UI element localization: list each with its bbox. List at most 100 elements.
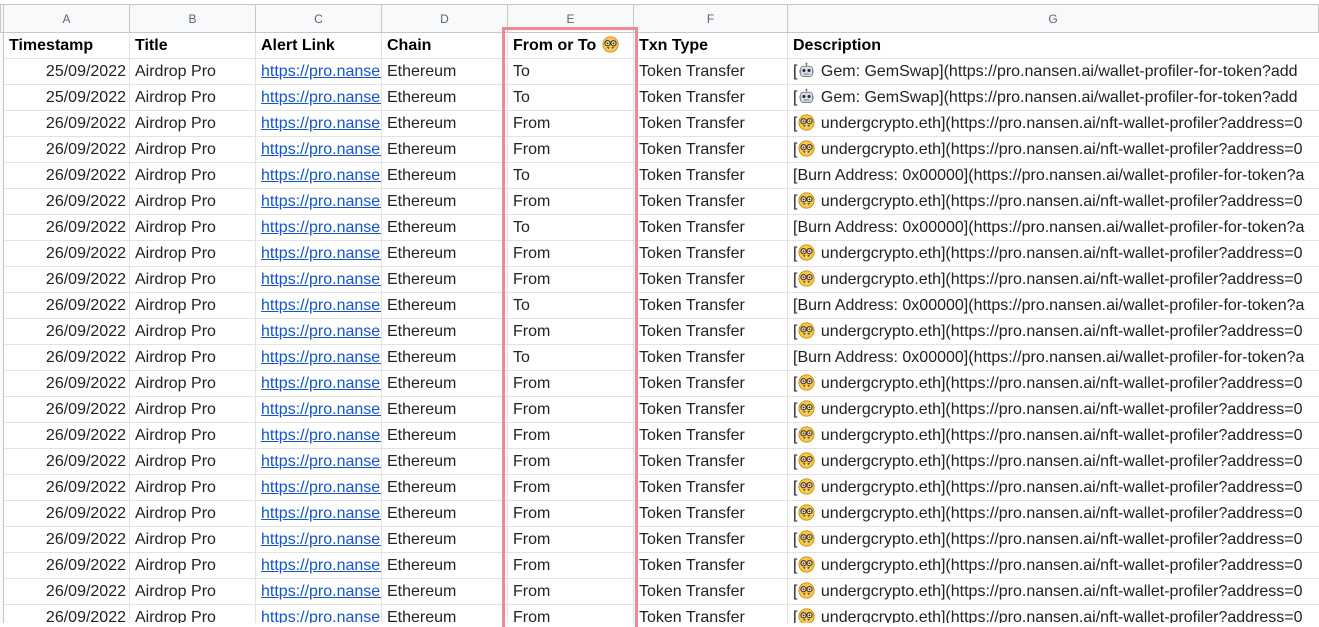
cell-dir[interactable]: From bbox=[508, 423, 634, 449]
cell-title[interactable]: Airdrop Pro bbox=[130, 85, 256, 111]
cell-link[interactable]: https://pro.nansen.ai bbox=[256, 189, 382, 215]
cell-link[interactable]: https://pro.nansen.ai bbox=[256, 371, 382, 397]
cell-chain[interactable]: Ethereum bbox=[382, 527, 508, 553]
cell-link[interactable]: https://pro.nansen.ai bbox=[256, 553, 382, 579]
cell-txn[interactable]: Token Transfer bbox=[634, 267, 788, 293]
cell-link[interactable]: https://pro.nansen.ai bbox=[256, 163, 382, 189]
cell-chain[interactable]: Ethereum bbox=[382, 215, 508, 241]
cell-link[interactable]: https://pro.nansen.ai bbox=[256, 319, 382, 345]
cell-txn[interactable]: Token Transfer bbox=[634, 163, 788, 189]
cell-desc[interactable]: [ undergcrypto.eth](https://pro.nansen.a… bbox=[788, 475, 1319, 501]
cell-title[interactable]: Airdrop Pro bbox=[130, 319, 256, 345]
column-header-f[interactable]: F bbox=[634, 4, 788, 33]
cell-txn[interactable]: Token Transfer bbox=[634, 423, 788, 449]
cell-desc[interactable]: [ undergcrypto.eth](https://pro.nansen.a… bbox=[788, 423, 1319, 449]
cell-title[interactable]: Airdrop Pro bbox=[130, 605, 256, 623]
cell-chain[interactable]: Ethereum bbox=[382, 397, 508, 423]
cell-dir[interactable]: From bbox=[508, 241, 634, 267]
cell-chain[interactable]: Ethereum bbox=[382, 605, 508, 623]
cell-chain[interactable]: Ethereum bbox=[382, 137, 508, 163]
cell-txn[interactable]: Token Transfer bbox=[634, 553, 788, 579]
cell-chain[interactable]: Ethereum bbox=[382, 267, 508, 293]
cell-txn[interactable]: Token Transfer bbox=[634, 293, 788, 319]
cell-chain[interactable]: Ethereum bbox=[382, 293, 508, 319]
cell-ts[interactable]: 25/09/2022 bbox=[4, 85, 130, 111]
cell-ts[interactable]: 26/09/2022 bbox=[4, 449, 130, 475]
column-header-d[interactable]: D bbox=[382, 4, 508, 33]
cell-dir[interactable]: To bbox=[508, 59, 634, 85]
cell-txn[interactable]: Token Transfer bbox=[634, 579, 788, 605]
cell-title[interactable]: Airdrop Pro bbox=[130, 293, 256, 319]
cell-desc[interactable]: [Burn Address: 0x00000](https://pro.nans… bbox=[788, 345, 1319, 371]
cell-txn[interactable]: Token Transfer bbox=[634, 241, 788, 267]
cell-dir[interactable]: From bbox=[508, 189, 634, 215]
cell-chain[interactable]: Ethereum bbox=[382, 85, 508, 111]
cell-desc[interactable]: [Burn Address: 0x00000](https://pro.nans… bbox=[788, 163, 1319, 189]
cell-title[interactable]: Airdrop Pro bbox=[130, 527, 256, 553]
cell-ts[interactable]: 26/09/2022 bbox=[4, 423, 130, 449]
cell-ts[interactable]: 26/09/2022 bbox=[4, 293, 130, 319]
cell-ts[interactable]: 25/09/2022 bbox=[4, 59, 130, 85]
cell-link[interactable]: https://pro.nansen.ai bbox=[256, 397, 382, 423]
cell-desc[interactable]: [ undergcrypto.eth](https://pro.nansen.a… bbox=[788, 267, 1319, 293]
cell-link[interactable]: https://pro.nansen.ai bbox=[256, 267, 382, 293]
cell-ts[interactable]: 26/09/2022 bbox=[4, 137, 130, 163]
cell-desc[interactable]: [ undergcrypto.eth](https://pro.nansen.a… bbox=[788, 241, 1319, 267]
cell-desc[interactable]: [ undergcrypto.eth](https://pro.nansen.a… bbox=[788, 111, 1319, 137]
cell-chain[interactable]: Ethereum bbox=[382, 345, 508, 371]
column-header-a[interactable]: A bbox=[4, 4, 130, 33]
cell-title[interactable]: Airdrop Pro bbox=[130, 137, 256, 163]
cell-txn[interactable]: Token Transfer bbox=[634, 605, 788, 623]
cell-ts[interactable]: 26/09/2022 bbox=[4, 553, 130, 579]
cell-chain[interactable]: Ethereum bbox=[382, 371, 508, 397]
cell-chain[interactable]: Ethereum bbox=[382, 241, 508, 267]
cell-link[interactable]: https://pro.nansen.ai bbox=[256, 85, 382, 111]
cell-chain[interactable]: Ethereum bbox=[382, 319, 508, 345]
cell-link[interactable]: https://pro.nansen.ai bbox=[256, 293, 382, 319]
cell-txn[interactable]: Token Transfer bbox=[634, 397, 788, 423]
cell-title[interactable]: Airdrop Pro bbox=[130, 449, 256, 475]
cell-dir[interactable]: To bbox=[508, 345, 634, 371]
cell-dir[interactable]: From bbox=[508, 397, 634, 423]
cell-desc[interactable]: [ undergcrypto.eth](https://pro.nansen.a… bbox=[788, 605, 1319, 623]
cell-desc[interactable]: [ undergcrypto.eth](https://pro.nansen.a… bbox=[788, 527, 1319, 553]
cell-title[interactable]: Airdrop Pro bbox=[130, 501, 256, 527]
cell-ts[interactable]: 26/09/2022 bbox=[4, 501, 130, 527]
cell-txn[interactable]: Token Transfer bbox=[634, 189, 788, 215]
cell-dir[interactable]: From bbox=[508, 475, 634, 501]
cell-dir[interactable]: To bbox=[508, 215, 634, 241]
cell-chain[interactable]: Ethereum bbox=[382, 501, 508, 527]
cell-chain[interactable]: Ethereum bbox=[382, 59, 508, 85]
cell-ts[interactable]: 26/09/2022 bbox=[4, 527, 130, 553]
cell-txn[interactable]: Token Transfer bbox=[634, 475, 788, 501]
cell-desc[interactable]: [Burn Address: 0x00000](https://pro.nans… bbox=[788, 215, 1319, 241]
cell-link[interactable]: https://pro.nansen.ai bbox=[256, 137, 382, 163]
cell-desc[interactable]: [ undergcrypto.eth](https://pro.nansen.a… bbox=[788, 371, 1319, 397]
cell-txn[interactable]: Token Transfer bbox=[634, 345, 788, 371]
cell-title[interactable]: Airdrop Pro bbox=[130, 241, 256, 267]
cell-link[interactable]: https://pro.nansen.ai bbox=[256, 111, 382, 137]
cell-dir[interactable]: From bbox=[508, 319, 634, 345]
cell-txn[interactable]: Token Transfer bbox=[634, 501, 788, 527]
column-header-g[interactable]: G bbox=[788, 4, 1319, 33]
cell-link[interactable]: https://pro.nansen.ai bbox=[256, 605, 382, 623]
cell-title[interactable]: Airdrop Pro bbox=[130, 371, 256, 397]
cell-desc[interactable]: [ undergcrypto.eth](https://pro.nansen.a… bbox=[788, 189, 1319, 215]
cell-ts[interactable]: 26/09/2022 bbox=[4, 215, 130, 241]
cell-ts[interactable]: 26/09/2022 bbox=[4, 605, 130, 623]
cell-ts[interactable]: 26/09/2022 bbox=[4, 397, 130, 423]
cell-desc[interactable]: [ Gem: GemSwap](https://pro.nansen.ai/wa… bbox=[788, 85, 1319, 111]
cell-txn[interactable]: Token Transfer bbox=[634, 137, 788, 163]
cell-txn[interactable]: Token Transfer bbox=[634, 527, 788, 553]
cell-desc[interactable]: [ undergcrypto.eth](https://pro.nansen.a… bbox=[788, 397, 1319, 423]
header-cell-txn-type[interactable]: Txn Type bbox=[634, 33, 788, 59]
cell-chain[interactable]: Ethereum bbox=[382, 579, 508, 605]
cell-link[interactable]: https://pro.nansen.ai bbox=[256, 241, 382, 267]
cell-title[interactable]: Airdrop Pro bbox=[130, 475, 256, 501]
cell-ts[interactable]: 26/09/2022 bbox=[4, 267, 130, 293]
spreadsheet-grid[interactable]: A B C D E F G Timestamp Title Alert Link Chain From… bbox=[0, 0, 1319, 623]
cell-title[interactable]: Airdrop Pro bbox=[130, 59, 256, 85]
header-cell-title[interactable]: Title bbox=[130, 33, 256, 59]
header-cell-description[interactable]: Description bbox=[788, 33, 1319, 59]
cell-link[interactable]: https://pro.nansen.ai bbox=[256, 215, 382, 241]
